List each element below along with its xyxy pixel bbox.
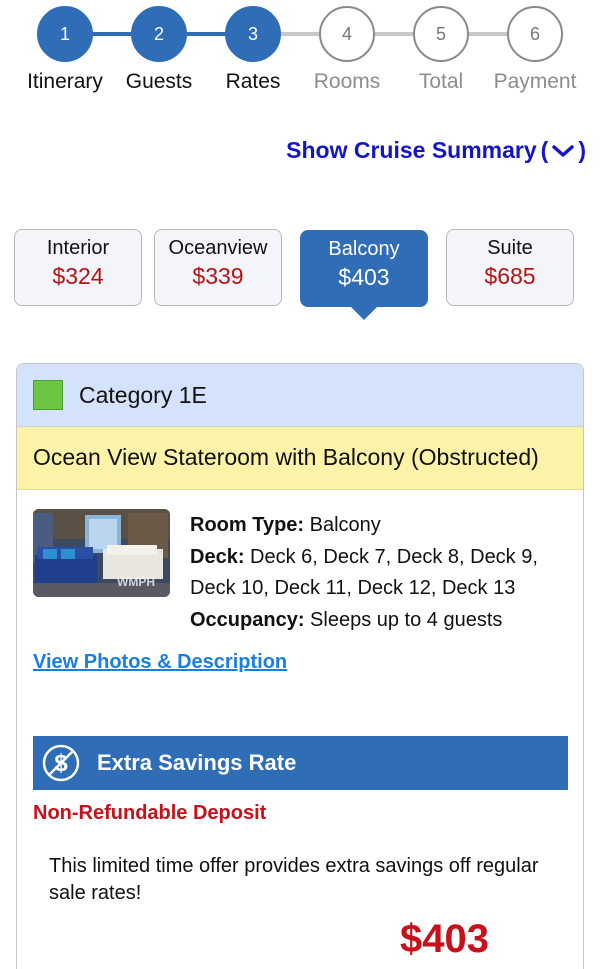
tab-price: $339 <box>192 263 244 289</box>
active-tab-pointer <box>350 306 378 320</box>
view-photos-link[interactable]: View Photos & Description <box>33 651 287 674</box>
deck-label: Deck: <box>190 545 245 568</box>
step-number: 3 <box>225 6 281 62</box>
tab-price: $403 <box>338 264 390 290</box>
offer-description: This limited time offer provides extra s… <box>49 855 539 904</box>
deck-row: Deck: Deck 6, Deck 7, Deck 8, Deck 9, De… <box>190 542 570 605</box>
room-type-label: Room Type: <box>190 514 305 536</box>
category-header: Category 1E <box>17 364 583 427</box>
progress-stepper: 1 Itinerary 2 Guests 3 Rates 4 Rooms 5 T… <box>0 0 600 110</box>
step-number: 6 <box>507 6 563 62</box>
tab-balcony[interactable]: Balcony $403 <box>300 230 428 320</box>
room-specs: Room Type: Balcony Deck: Deck 6, Deck 7,… <box>190 510 570 636</box>
rate-price: $403 <box>400 917 489 961</box>
tab-suite[interactable]: Suite $685 <box>446 229 574 306</box>
tab-price: $324 <box>52 263 104 289</box>
stateroom-card: Category 1E Ocean View Stateroom with Ba… <box>16 363 584 969</box>
room-type-row: Room Type: Balcony <box>190 510 570 542</box>
tab-name: Balcony <box>328 238 400 260</box>
summary-close-paren: ) <box>578 137 586 163</box>
deposit-notice: Non-Refundable Deposit <box>33 802 267 824</box>
step-number: 5 <box>413 6 469 62</box>
stateroom-category-tabs: Interior $324 Oceanview $339 Balcony $40… <box>14 229 586 329</box>
tab-price: $685 <box>484 263 536 289</box>
category-title: Category 1E <box>79 381 207 408</box>
tab-name: Oceanview <box>168 237 268 259</box>
chevron-down-icon <box>552 144 575 157</box>
occupancy-row: Occupancy: Sleeps up to 4 guests <box>190 605 570 637</box>
room-details: WMPH Room Type: Balcony Deck: Deck 6, De… <box>17 490 583 705</box>
step-number: 1 <box>37 6 93 62</box>
rate-title: Extra Savings Rate <box>97 750 297 775</box>
occupancy-label: Occupancy: <box>190 608 305 631</box>
summary-label: Show Cruise Summary <box>286 137 537 163</box>
tab-oceanview[interactable]: Oceanview $339 <box>154 229 282 306</box>
summary-open-paren: ( <box>540 137 549 163</box>
room-name: Ocean View Stateroom with Balcony (Obstr… <box>17 427 583 490</box>
room-type-value: Balcony <box>304 514 381 536</box>
tab-interior[interactable]: Interior $324 <box>14 229 142 306</box>
no-dollar-icon: $ <box>42 744 80 782</box>
step-payment: 6 Payment <box>480 6 590 94</box>
extra-savings-rate-header: $ Extra Savings Rate <box>33 736 568 790</box>
step-label: Payment <box>493 70 577 93</box>
show-cruise-summary-link[interactable]: Show Cruise Summary ( ) <box>286 137 586 164</box>
tab-name: Suite <box>487 237 533 259</box>
step-number: 4 <box>319 6 375 62</box>
stateroom-photo[interactable]: WMPH <box>33 509 170 597</box>
stateroom-photo-graphic: WMPH <box>33 509 170 597</box>
category-color-swatch <box>33 380 63 410</box>
svg-text:WMPH: WMPH <box>117 575 155 589</box>
occupancy-value: Sleeps up to 4 guests <box>304 608 503 631</box>
tab-name: Interior <box>46 237 110 259</box>
step-number: 2 <box>131 6 187 62</box>
